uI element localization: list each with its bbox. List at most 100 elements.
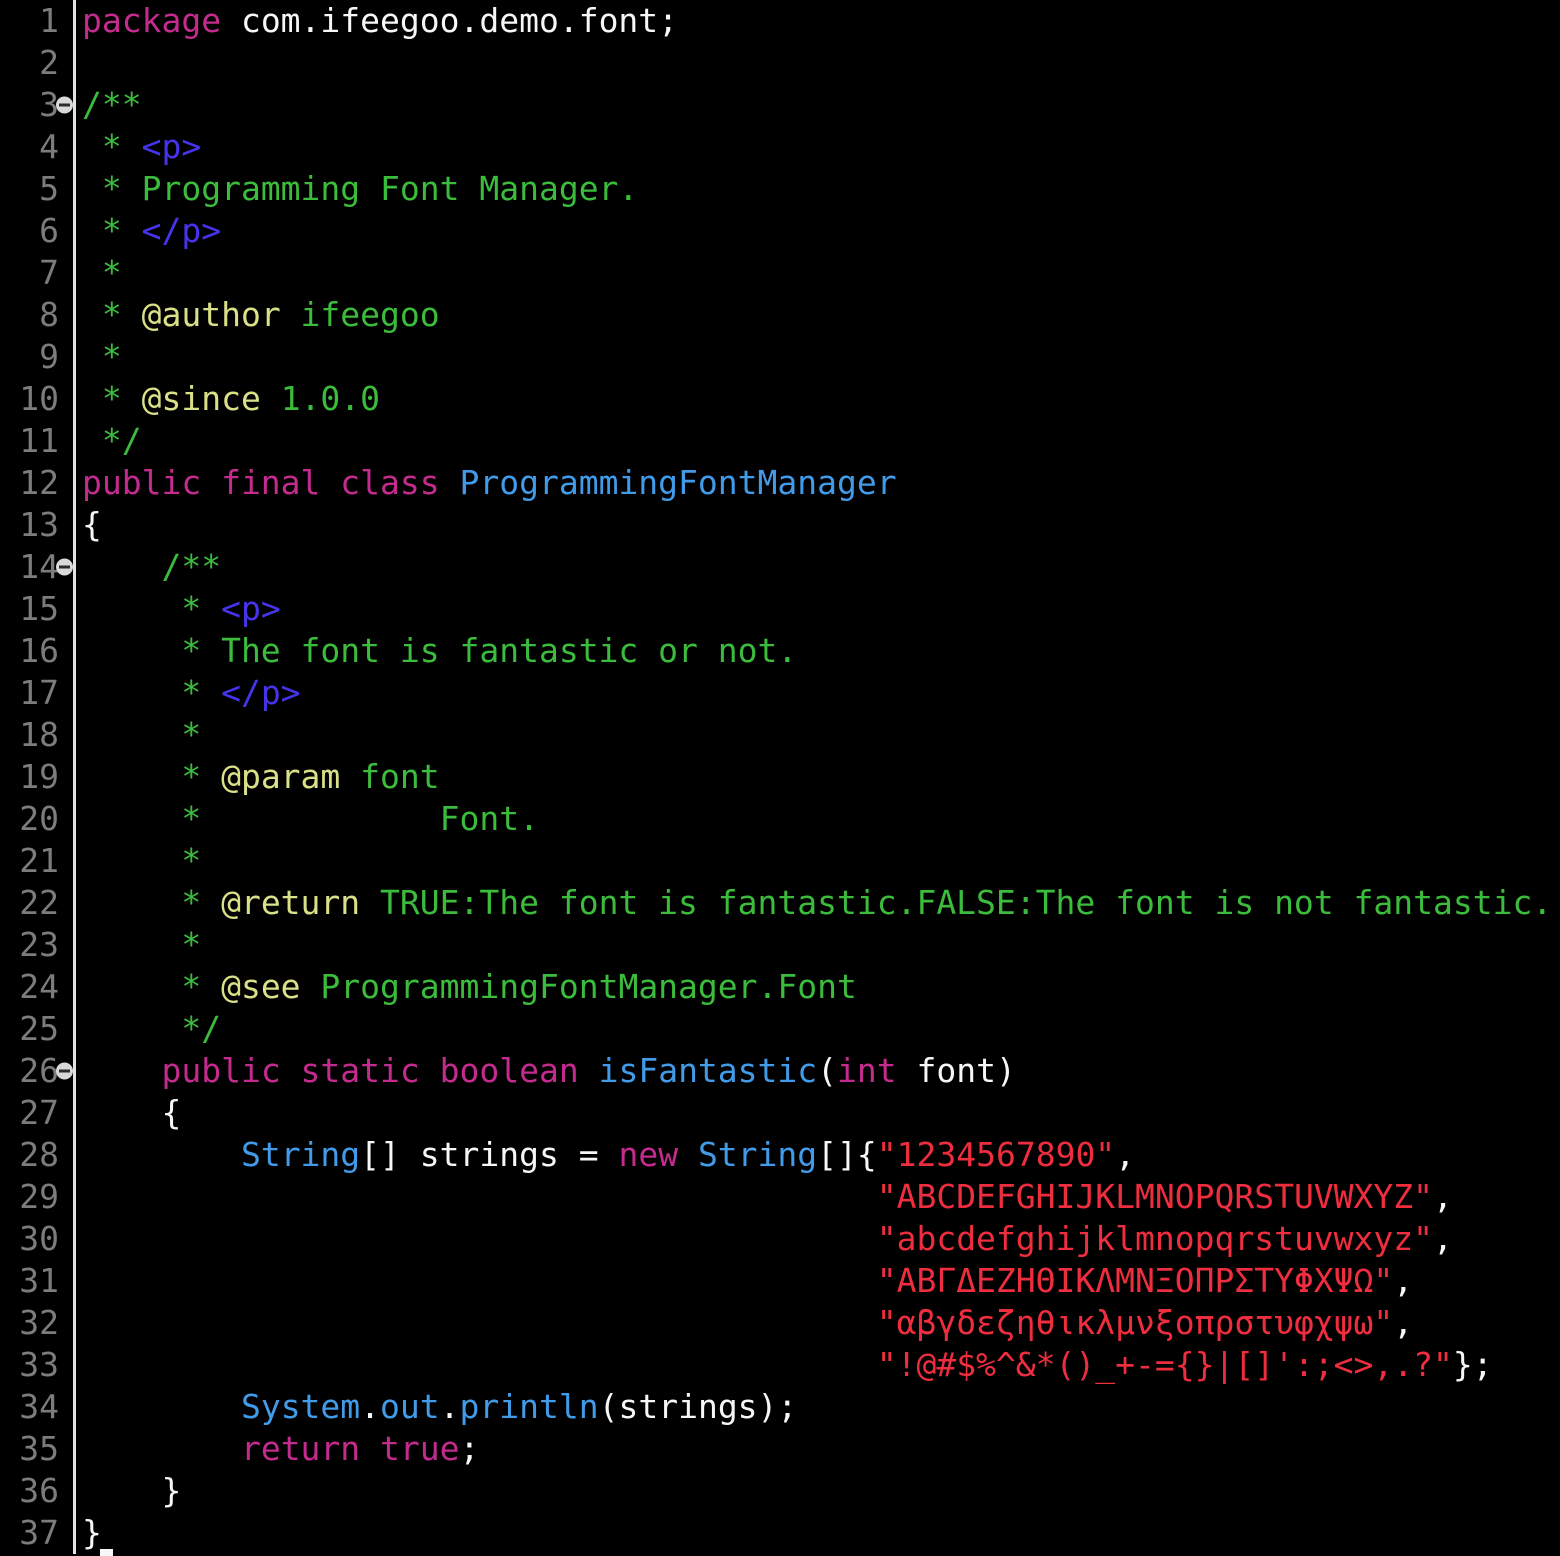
code-line[interactable]: 2 bbox=[0, 42, 1560, 84]
code-line[interactable]: 33 "!@#$%^&*()_+-={}|[]':;<>,.?"}; bbox=[0, 1344, 1560, 1386]
code-line[interactable]: 25 */ bbox=[0, 1008, 1560, 1050]
code-line[interactable]: 24 * @see ProgrammingFontManager.Font bbox=[0, 966, 1560, 1008]
code-text: /** bbox=[76, 546, 221, 588]
code-text: public static boolean isFantastic(int fo… bbox=[76, 1050, 1015, 1092]
gutter: 37 bbox=[0, 1512, 76, 1554]
code-editor[interactable]: 1 package com.ifeegoo.demo.font; 2 3/** 4 * … bbox=[0, 0, 1560, 1556]
line-number: 5 bbox=[39, 169, 59, 208]
code-line[interactable]: 16 * The font is fantastic or not. bbox=[0, 630, 1560, 672]
code-line[interactable]: 1 package com.ifeegoo.demo.font; bbox=[0, 0, 1560, 42]
code-line[interactable]: 14 /** bbox=[0, 546, 1560, 588]
line-number: 20 bbox=[19, 799, 59, 838]
code-token: 1.0.0 bbox=[260, 379, 381, 418]
line-number: 4 bbox=[39, 127, 59, 166]
code-token: ifeegoo bbox=[280, 295, 440, 334]
gutter: 34 bbox=[0, 1386, 76, 1428]
code-line[interactable]: 22 * @return TRUE:The font is fantastic.… bbox=[0, 882, 1560, 924]
code-line[interactable]: 4 * <p> bbox=[0, 126, 1560, 168]
code-line[interactable]: 10 * @since 1.0.0 bbox=[0, 378, 1560, 420]
code-line[interactable]: 31 "ΑΒΓΔΕΖΗΘΙΚΛΜΝΞΟΠΡΣΤΥΦΧΨΩ", bbox=[0, 1260, 1560, 1302]
line-number: 14 bbox=[19, 547, 59, 586]
code-token: isFantastic bbox=[598, 1051, 818, 1090]
code-text: */ bbox=[76, 420, 142, 462]
line-number: 7 bbox=[39, 253, 59, 292]
code-line[interactable]: 7 * bbox=[0, 252, 1560, 294]
code-token: * bbox=[82, 841, 202, 880]
code-line[interactable]: 3/** bbox=[0, 84, 1560, 126]
code-line[interactable]: 28 String[] strings = new String[]{"1234… bbox=[0, 1134, 1560, 1176]
code-token: { bbox=[82, 505, 102, 544]
code-line[interactable]: 12 public final class ProgrammingFontMana… bbox=[0, 462, 1560, 504]
code-token: , bbox=[1393, 1261, 1414, 1300]
code-token: */ bbox=[82, 1009, 222, 1048]
code-line[interactable]: 18 * bbox=[0, 714, 1560, 756]
gutter: 17 bbox=[0, 672, 76, 714]
code-line[interactable]: 23 * bbox=[0, 924, 1560, 966]
line-number: 15 bbox=[19, 589, 59, 628]
code-token: println bbox=[459, 1387, 599, 1426]
code-token: /** bbox=[82, 85, 142, 124]
line-number: 33 bbox=[19, 1345, 59, 1384]
code-text: * bbox=[76, 840, 201, 882]
gutter: 12 bbox=[0, 462, 76, 504]
code-text: } bbox=[76, 1512, 102, 1554]
code-token: , bbox=[1393, 1303, 1414, 1342]
code-line[interactable]: 36 } bbox=[0, 1470, 1560, 1512]
line-number: 36 bbox=[19, 1471, 59, 1510]
line-number: 16 bbox=[19, 631, 59, 670]
code-text: System.out.println(strings); bbox=[76, 1386, 797, 1428]
code-line[interactable]: 34 System.out.println(strings); bbox=[0, 1386, 1560, 1428]
fold-collapse-icon[interactable] bbox=[56, 1062, 73, 1080]
gutter: 20 bbox=[0, 798, 76, 840]
code-line[interactable]: 35 return true; bbox=[0, 1428, 1560, 1470]
code-text: * @return TRUE:The font is fantastic.FAL… bbox=[76, 882, 1552, 924]
code-line[interactable]: 15 * <p> bbox=[0, 588, 1560, 630]
code-token: * Font. bbox=[82, 799, 539, 838]
code-text: package com.ifeegoo.demo.font; bbox=[76, 0, 678, 42]
code-token: com.ifeegoo.demo.font; bbox=[221, 1, 679, 40]
code-line[interactable]: 21 * bbox=[0, 840, 1560, 882]
code-token: ProgrammingFontManager.Font bbox=[300, 967, 857, 1006]
code-line[interactable]: 27 { bbox=[0, 1092, 1560, 1134]
code-line[interactable]: 6 * </p> bbox=[0, 210, 1560, 252]
gutter: 4 bbox=[0, 126, 76, 168]
code-line[interactable]: 30 "abcdefghijklmnopqrstuvwxyz", bbox=[0, 1218, 1560, 1260]
gutter: 32 bbox=[0, 1302, 76, 1344]
code-token: "ABCDEFGHIJKLMNOPQRSTUVWXYZ" bbox=[876, 1177, 1434, 1216]
code-text: /** bbox=[76, 84, 142, 126]
code-text: "ABCDEFGHIJKLMNOPQRSTUVWXYZ", bbox=[76, 1176, 1453, 1218]
line-number: 30 bbox=[19, 1219, 59, 1258]
fold-collapse-icon[interactable] bbox=[56, 558, 73, 576]
code-line[interactable]: 11 */ bbox=[0, 420, 1560, 462]
code-line[interactable]: 17 * </p> bbox=[0, 672, 1560, 714]
code-line[interactable]: 13 { bbox=[0, 504, 1560, 546]
line-number: 34 bbox=[19, 1387, 59, 1426]
gutter: 33 bbox=[0, 1344, 76, 1386]
fold-collapse-icon[interactable] bbox=[56, 96, 73, 114]
code-line[interactable]: 9 * bbox=[0, 336, 1560, 378]
code-line[interactable]: 20 * Font. bbox=[0, 798, 1560, 840]
code-token: "abcdefghijklmnopqrstuvwxyz" bbox=[876, 1219, 1434, 1258]
gutter: 19 bbox=[0, 756, 76, 798]
code-text: * </p> bbox=[76, 672, 300, 714]
code-text: * </p> bbox=[76, 210, 221, 252]
gutter: 15 bbox=[0, 588, 76, 630]
code-line[interactable]: 8 * @author ifeegoo bbox=[0, 294, 1560, 336]
code-line[interactable]: 32 "αβγδεζηθικλμνξοπρστυφχψω", bbox=[0, 1302, 1560, 1344]
line-number: 21 bbox=[19, 841, 59, 880]
code-token: @since bbox=[141, 379, 261, 418]
code-line[interactable]: 19 * @param font bbox=[0, 756, 1560, 798]
code-token: * bbox=[82, 967, 222, 1006]
gutter: 10 bbox=[0, 378, 76, 420]
code-line[interactable]: 37} bbox=[0, 1512, 1560, 1554]
code-text: * @param font bbox=[76, 756, 439, 798]
code-line[interactable]: 26 public static boolean isFantastic(int… bbox=[0, 1050, 1560, 1092]
code-line[interactable]: 5 * Programming Font Manager. bbox=[0, 168, 1560, 210]
code-line[interactable]: 29 "ABCDEFGHIJKLMNOPQRSTUVWXYZ", bbox=[0, 1176, 1560, 1218]
line-number: 2 bbox=[39, 43, 59, 82]
